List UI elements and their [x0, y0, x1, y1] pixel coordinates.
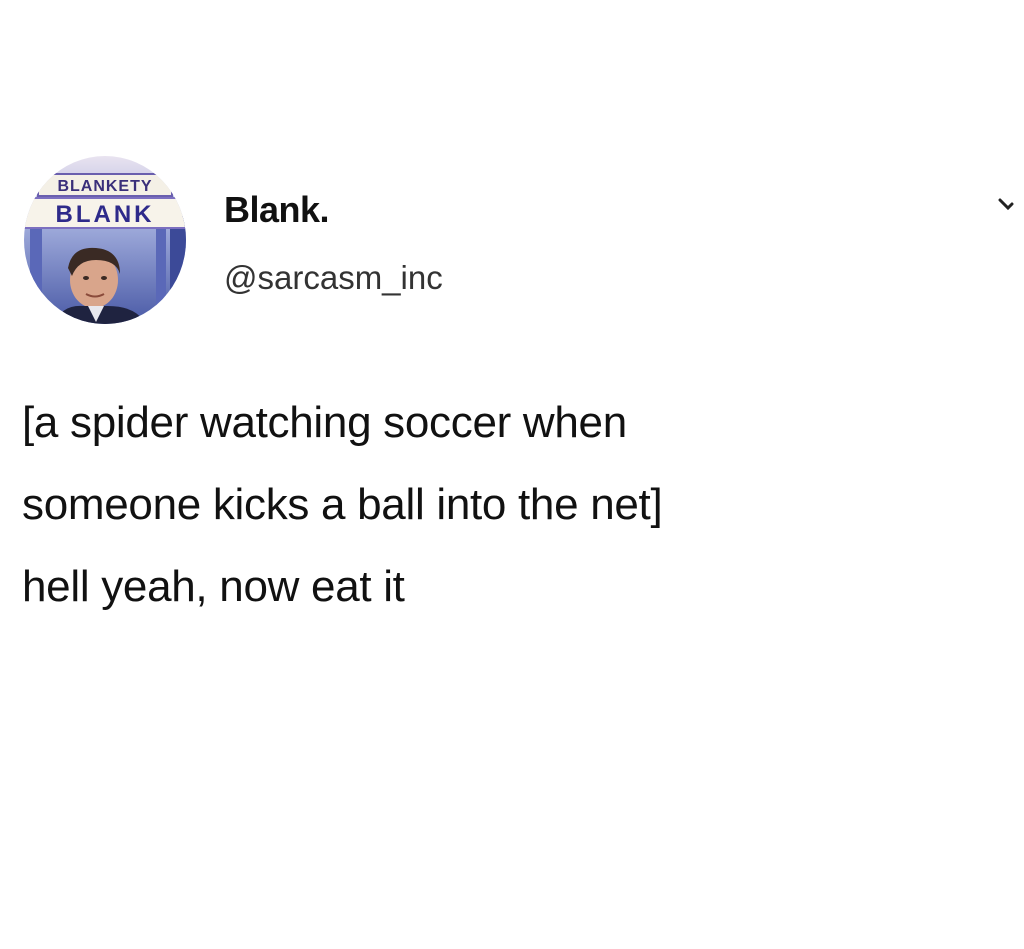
tweet-card: BLANKETY BLANK Blank. @sarcasm_inc [a sp…	[0, 0, 1024, 949]
tweet-header: BLANKETY BLANK Blank. @sarcasm_inc	[24, 156, 1014, 328]
profile-picture-icon: BLANKETY BLANK	[24, 156, 186, 324]
chevron-down-icon[interactable]	[998, 192, 1014, 222]
tweet-text: [a spider watching soccer when someone k…	[22, 382, 1012, 628]
user-handle[interactable]: @sarcasm_inc	[224, 258, 443, 298]
author-names: Blank. @sarcasm_inc	[224, 188, 443, 298]
display-name[interactable]: Blank.	[224, 188, 443, 232]
tweet-text-line: hell yeah, now eat it	[22, 562, 405, 611]
tweet-text-line: [a spider watching soccer when	[22, 398, 627, 447]
avatar-sign-top: BLANKETY	[57, 178, 152, 195]
avatar[interactable]: BLANKETY BLANK	[24, 156, 186, 324]
tweet-text-line: someone kicks a ball into the net]	[22, 480, 663, 529]
avatar-sign-bottom: BLANK	[56, 201, 155, 228]
